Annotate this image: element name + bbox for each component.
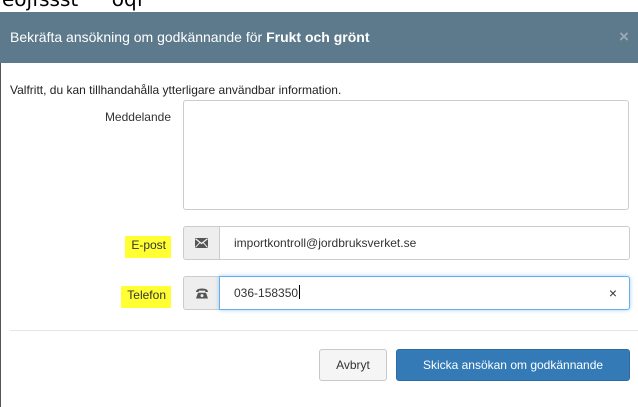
help-text: Valfritt, du kan tillhandahålla ytterlig… bbox=[10, 83, 342, 97]
message-label: Meddelande bbox=[104, 110, 171, 124]
dialog-header: Bekräfta ansökning om godkännande för Fr… bbox=[0, 12, 638, 63]
dialog-left-border bbox=[0, 63, 11, 407]
text-caret bbox=[299, 285, 301, 299]
phone-field[interactable]: 036-158350 × bbox=[219, 276, 630, 310]
cropped-text: ēojfssst^^oqf bbox=[2, 0, 144, 11]
email-input-group: importkontroll@jordbruksverket.se bbox=[183, 226, 630, 260]
envelope-icon bbox=[183, 226, 220, 260]
dialog-title-category: Frukt och grönt bbox=[266, 29, 370, 45]
close-icon[interactable]: × bbox=[616, 28, 632, 46]
phone-label-highlight: Telefon bbox=[121, 286, 171, 308]
message-textarea[interactable] bbox=[183, 100, 629, 210]
phone-label: Telefon bbox=[121, 286, 171, 308]
email-field[interactable]: importkontroll@jordbruksverket.se bbox=[219, 226, 630, 260]
email-label: E-post bbox=[125, 236, 171, 258]
clear-icon[interactable]: × bbox=[609, 277, 617, 309]
confirm-dialog: Bekräfta ansökning om godkännande för Fr… bbox=[0, 12, 638, 407]
phone-input-group: 036-158350 × bbox=[183, 276, 630, 310]
phone-value: 036-158350 bbox=[234, 286, 299, 300]
dialog-title-prefix: Bekräfta ansökning om godkännande för bbox=[10, 29, 263, 45]
phone-icon bbox=[183, 276, 220, 310]
email-label-highlight: E-post bbox=[125, 236, 171, 258]
cancel-button[interactable]: Avbryt bbox=[319, 349, 387, 381]
dialog-title: Bekräfta ansökning om godkännande för Fr… bbox=[10, 29, 370, 45]
submit-application-button[interactable]: Skicka ansökan om godkännande bbox=[396, 349, 630, 381]
cropped-text-strip: ēojfssst^^oqf bbox=[0, 0, 638, 12]
footer-divider bbox=[10, 330, 638, 331]
